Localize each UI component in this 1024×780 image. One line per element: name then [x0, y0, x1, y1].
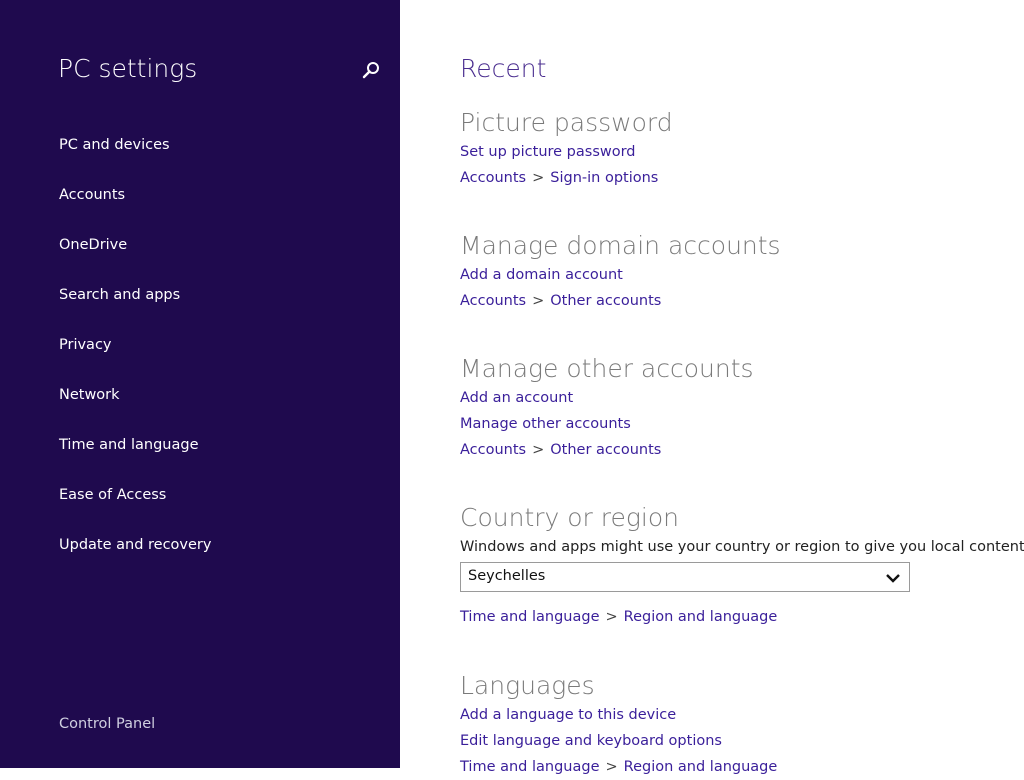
country-select-value: Seychelles [468, 568, 546, 584]
sidebar-item-update-and-recovery[interactable]: Update and recovery [59, 533, 211, 583]
breadcrumb: Time and language > Region and language [460, 604, 1024, 630]
control-panel-link[interactable]: Control Panel [59, 716, 155, 732]
crumb-separator: > [532, 442, 545, 458]
edit-language-options-link[interactable]: Edit language and keyboard options [460, 728, 777, 754]
breadcrumb: Accounts > Sign-in options [460, 165, 673, 191]
sidebar-item-time-and-language[interactable]: Time and language [59, 433, 211, 483]
sidebar-item-accounts[interactable]: Accounts [59, 183, 211, 233]
section-country-or-region: Country or region Windows and apps might… [460, 502, 1024, 630]
section-heading: Manage other accounts [460, 354, 754, 383]
crumb-region-and-language[interactable]: Region and language [624, 609, 778, 625]
crumb-other-accounts[interactable]: Other accounts [550, 442, 661, 458]
crumb-accounts[interactable]: Accounts [460, 442, 526, 458]
crumb-separator: > [605, 609, 618, 625]
section-heading: Country or region [460, 503, 679, 532]
breadcrumb: Accounts > Other accounts [460, 437, 754, 463]
sidebar-item-search-and-apps[interactable]: Search and apps [59, 283, 211, 333]
sidebar-item-network[interactable]: Network [59, 383, 211, 433]
add-language-link[interactable]: Add a language to this device [460, 702, 777, 728]
breadcrumb: Accounts > Other accounts [460, 288, 781, 314]
section-manage-domain-accounts: Manage domain accounts Add a domain acco… [460, 230, 781, 314]
app-title: PC settings [58, 54, 198, 83]
crumb-separator: > [532, 293, 545, 309]
main-content: Recent Picture password Set up picture p… [460, 0, 1024, 775]
set-up-picture-password-link[interactable]: Set up picture password [460, 139, 673, 165]
crumb-separator: > [532, 170, 545, 186]
sidebar-item-privacy[interactable]: Privacy [59, 333, 211, 383]
page-title: Recent [460, 54, 547, 83]
section-heading: Picture password [460, 108, 673, 137]
crumb-time-and-language[interactable]: Time and language [460, 609, 600, 625]
chevron-down-icon [885, 570, 901, 584]
crumb-accounts[interactable]: Accounts [460, 170, 526, 186]
section-picture-password: Picture password Set up picture password… [460, 107, 673, 191]
section-heading: Manage domain accounts [460, 231, 781, 260]
country-select[interactable]: Seychelles [460, 562, 910, 592]
crumb-region-and-language[interactable]: Region and language [624, 759, 778, 775]
sidebar-item-pc-and-devices[interactable]: PC and devices [59, 133, 211, 183]
add-domain-account-link[interactable]: Add a domain account [460, 262, 781, 288]
crumb-accounts[interactable]: Accounts [460, 293, 526, 309]
crumb-separator: > [605, 759, 618, 775]
crumb-sign-in-options[interactable]: Sign-in options [550, 170, 658, 186]
search-icon[interactable] [360, 60, 382, 82]
breadcrumb: Time and language > Region and language [460, 754, 777, 780]
crumb-time-and-language[interactable]: Time and language [460, 759, 600, 775]
nav-list: PC and devices Accounts OneDrive Search … [59, 133, 211, 583]
crumb-other-accounts[interactable]: Other accounts [550, 293, 661, 309]
section-manage-other-accounts: Manage other accounts Add an account Man… [460, 353, 754, 463]
sidebar-item-onedrive[interactable]: OneDrive [59, 233, 211, 283]
sidebar: PC settings PC and devices Accounts OneD… [0, 0, 400, 768]
section-languages: Languages Add a language to this device … [460, 670, 777, 780]
add-account-link[interactable]: Add an account [460, 385, 754, 411]
manage-other-accounts-link[interactable]: Manage other accounts [460, 411, 754, 437]
country-description: Windows and apps might use your country … [460, 539, 1024, 555]
section-heading: Languages [460, 671, 595, 700]
sidebar-item-ease-of-access[interactable]: Ease of Access [59, 483, 211, 533]
